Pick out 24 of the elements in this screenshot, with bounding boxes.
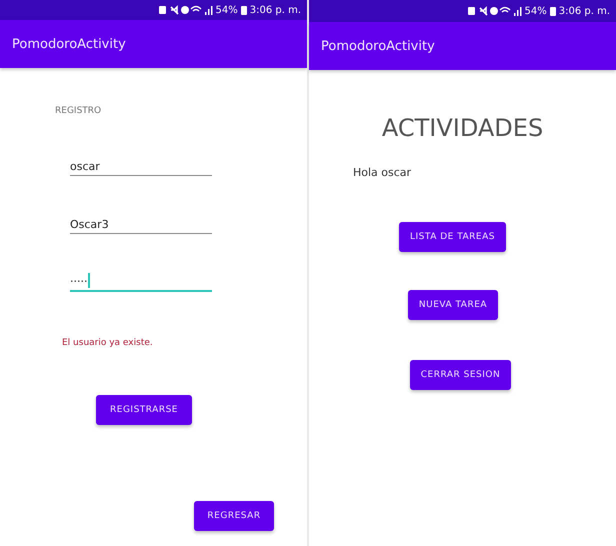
battery-icon: [240, 5, 247, 15]
app-title: PomodoroActivity: [321, 38, 435, 54]
menu-button[interactable]: NUEVA TAREA: [408, 290, 498, 320]
notification-icons: [466, 6, 510, 16]
greeting-text: Hola oscar: [353, 166, 412, 179]
input-field[interactable]: ·····: [70, 272, 212, 292]
register-button[interactable]: REGISTRARSE: [96, 395, 192, 425]
input-field[interactable]: Oscar3: [70, 214, 212, 234]
form-heading: REGISTRO: [55, 106, 102, 116]
battery-percentage: 54%: [216, 4, 238, 16]
screen-heading: ACTIVIDADES: [382, 114, 544, 142]
battery-percentage: 54%: [524, 6, 547, 16]
clock: 3:06 p. m.: [558, 6, 610, 16]
input-field[interactable]: oscar: [70, 156, 212, 176]
clock: 3:06 p. m.: [250, 4, 301, 16]
app-title: PomodoroActivity: [12, 36, 126, 52]
battery-icon: [550, 6, 556, 16]
menu-button[interactable]: CERRAR SESION: [410, 360, 511, 390]
notification-icons: [158, 5, 202, 15]
menu-button[interactable]: LISTA DE TAREAS: [399, 222, 506, 252]
signal-icon: [514, 6, 522, 16]
signal-icon: [204, 5, 212, 15]
back-button[interactable]: REGRESAR: [194, 501, 274, 531]
error-message: El usuario ya existe.: [62, 338, 153, 348]
